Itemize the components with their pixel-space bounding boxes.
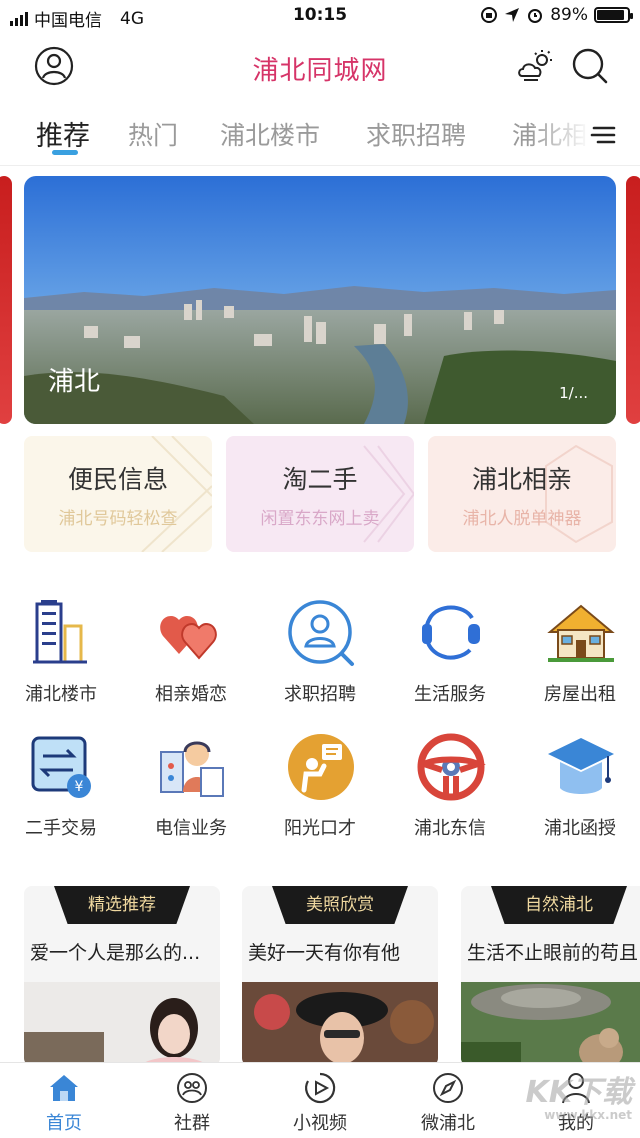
- exchange-icon: ¥: [31, 736, 91, 798]
- grid-item-label: 浦北函授: [544, 818, 616, 839]
- nav-label: 社群: [174, 1113, 210, 1134]
- battery-icon: [594, 7, 633, 23]
- compass-icon: [433, 1073, 463, 1103]
- nav-label: 小视频: [293, 1113, 347, 1134]
- nav-label: 首页: [46, 1113, 82, 1134]
- nav-label: 微浦北: [421, 1113, 475, 1134]
- hearts-icon: [160, 616, 217, 660]
- grid-item-label: 阳光口才: [284, 818, 356, 839]
- service-card-title: 淘二手: [282, 465, 358, 494]
- nav-home[interactable]: 首页: [0, 1071, 128, 1137]
- watermark-url: www.kkx.net: [544, 1108, 632, 1122]
- category-tabs: 推荐 热门 浦北楼市 求职招聘 浦北相: [0, 104, 640, 166]
- battery-level: [597, 10, 624, 20]
- alarm-icon: [528, 9, 543, 23]
- feature-title: 美好一天有你有他: [248, 942, 401, 964]
- grid-item-eloquence[interactable]: 阳光口才: [256, 732, 384, 842]
- rotation-lock-icon: [481, 7, 498, 23]
- grid-item-dating[interactable]: 相亲婚恋: [127, 598, 255, 708]
- banner-carousel[interactable]: 浦北 1/...: [24, 176, 616, 424]
- headset-icon: [422, 605, 480, 660]
- grid-item-life-services[interactable]: 生活服务: [386, 598, 514, 708]
- building-icon: [33, 600, 87, 664]
- grid-item-real-estate[interactable]: 浦北楼市: [0, 598, 125, 708]
- tabs-fade: [530, 104, 640, 164]
- search-icon[interactable]: [570, 46, 610, 86]
- grid-item-dongxin[interactable]: 浦北东信: [386, 732, 514, 842]
- grid-item-secondhand[interactable]: ¥ 二手交易: [0, 732, 125, 842]
- service-card-secondhand[interactable]: 淘二手 闲置东东网上卖: [226, 436, 414, 552]
- tab-real-estate[interactable]: 浦北楼市: [220, 116, 320, 152]
- grid-item-label: 二手交易: [25, 818, 97, 839]
- house-icon: [547, 604, 615, 662]
- photo-monkey-statue: [461, 982, 640, 1066]
- feature-card-recommended[interactable]: 精选推荐 爱一个人是那么的...: [24, 886, 220, 1066]
- tab-jobs[interactable]: 求职招聘: [366, 116, 466, 152]
- battery-percent: 89%: [550, 5, 588, 25]
- feature-tag: 美照欣赏: [272, 886, 408, 924]
- play-icon: [305, 1072, 336, 1104]
- nav-short-video[interactable]: 小视频: [256, 1071, 384, 1137]
- banner-caption: 浦北: [48, 367, 101, 397]
- feature-title: 爱一个人是那么的...: [30, 942, 201, 964]
- photo-woman-hat: [242, 982, 438, 1066]
- city-aerial-image: [24, 176, 616, 424]
- grid-item-label: 房屋出租: [544, 684, 616, 705]
- graduation-cap-icon: [548, 738, 614, 794]
- grid-item-jobs[interactable]: 求职招聘: [256, 598, 384, 708]
- tab-hot[interactable]: 热门: [128, 116, 178, 152]
- steering-wheel-icon: [417, 733, 486, 801]
- tab-recommend[interactable]: 推荐: [36, 114, 90, 153]
- grid-item-label: 求职招聘: [284, 684, 356, 705]
- grid-item-label: 浦北东信: [414, 818, 486, 839]
- nav-wei-pubei[interactable]: 微浦北: [384, 1071, 512, 1137]
- grid-item-label: 相亲婚恋: [155, 684, 227, 705]
- banner-next-peek[interactable]: [626, 176, 640, 424]
- watermark-text: KK下载: [525, 1075, 633, 1110]
- service-card-subtitle: 浦北号码轻松查: [58, 509, 178, 529]
- service-card-subtitle: 闲置东东网上卖: [260, 509, 380, 529]
- speech-icon: [288, 734, 354, 800]
- feature-card-photos[interactable]: 美照欣赏 美好一天有你有他: [242, 886, 438, 1066]
- status-bar: 中国电信 4G 10:15 89%: [0, 0, 640, 32]
- feature-tag: 精选推荐: [54, 886, 190, 924]
- feature-card-nature[interactable]: 自然浦北 生活不止眼前的苟且: [461, 886, 640, 1066]
- grid-item-house-rental[interactable]: 房屋出租: [516, 598, 640, 708]
- menu-icon[interactable]: [590, 126, 616, 144]
- weather-icon[interactable]: [516, 48, 556, 84]
- grid-item-telecom[interactable]: 电信业务: [127, 732, 255, 842]
- service-card-subtitle: 浦北人脱单神器: [462, 509, 582, 529]
- service-card-title: 便民信息: [67, 465, 168, 494]
- nav-community[interactable]: 社群: [128, 1071, 256, 1137]
- banner-page-indicator: 1/...: [559, 384, 588, 402]
- service-card-dating[interactable]: 浦北相亲 浦北人脱单神器: [428, 436, 616, 552]
- service-card-convenience[interactable]: 便民信息 浦北号码轻松查: [24, 436, 212, 552]
- feature-tag: 自然浦北: [491, 886, 627, 924]
- telecom-agent-icon: [160, 741, 224, 797]
- banner-prev-peek[interactable]: [0, 176, 12, 424]
- app-header: 浦北同城网: [0, 36, 640, 96]
- feature-title: 生活不止眼前的苟且: [467, 942, 639, 964]
- grid-item-label: 电信业务: [155, 818, 227, 839]
- site-watermark: KK下载 www.kkx.net: [502, 1075, 633, 1138]
- job-search-icon: [288, 600, 354, 666]
- location-icon: [505, 8, 520, 22]
- portrait-photo: [24, 982, 220, 1066]
- grid-item-correspondence[interactable]: 浦北函授: [516, 732, 640, 842]
- grid-item-label: 生活服务: [414, 684, 486, 705]
- service-card-title: 浦北相亲: [471, 465, 572, 494]
- community-icon: [177, 1073, 207, 1103]
- grid-item-label: 浦北楼市: [25, 684, 97, 705]
- svg-text:¥: ¥: [75, 779, 84, 795]
- active-tab-indicator: [52, 150, 78, 155]
- home-icon: [50, 1075, 78, 1101]
